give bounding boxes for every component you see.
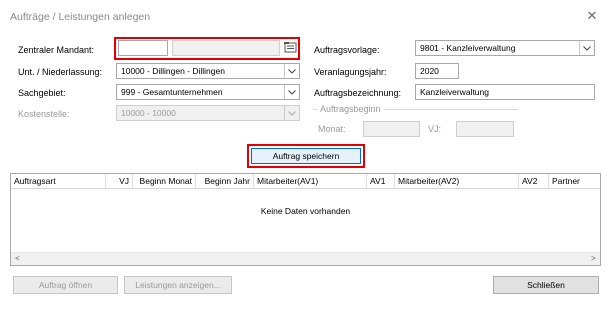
veranlagungsjahr-field[interactable]: 2020 [415,63,459,79]
show-services-button: Leistungen anzeigen... [124,276,232,294]
close-icon[interactable]: ✕ [583,7,601,25]
orders-grid[interactable]: Auftragsart VJ Beginn Monat Beginn Jahr … [10,173,601,266]
vj-label: VJ: [428,124,442,134]
group-line-right [384,109,518,110]
scroll-left-icon[interactable]: < [11,253,24,265]
monat-label: Monat: [318,124,346,134]
niederlassung-value: 10000 - Dillingen - Dillingen [121,66,225,76]
save-order-button[interactable]: Auftrag speichern [251,148,361,164]
sachgebiet-label: Sachgebiet: [18,88,66,98]
mandant-label: Zentraler Mandant: [18,45,95,55]
kostenstelle-label: Kostenstelle: [18,109,70,119]
column-header[interactable]: Partner [549,174,601,189]
column-header[interactable]: Mitarbeiter(AV2) [395,174,519,189]
chevron-down-icon[interactable] [284,85,299,99]
chevron-down-icon[interactable] [579,41,594,55]
mandant-name-field [172,40,280,56]
lookup-icon[interactable] [283,40,298,55]
column-header[interactable]: Beginn Jahr [196,174,254,189]
auftragsbezeichnung-label: Auftragsbezeichnung: [314,88,402,98]
kostenstelle-select: 10000 - 10000 [116,105,300,121]
column-header[interactable]: Mitarbeiter(AV1) [254,174,367,189]
auftragsvorlage-label: Auftragsvorlage: [314,45,380,55]
veranlagungsjahr-label: Veranlagungsjahr: [314,67,387,77]
niederlassung-label: Unt. / Niederlassung: [18,67,103,77]
vj-field [456,121,514,137]
sachgebiet-select[interactable]: 999 - Gesamtunternehmen [116,84,300,100]
close-button[interactable]: Schließen [493,276,599,294]
column-header[interactable]: Auftragsart [11,174,106,189]
auftragsvorlage-value: 9801 - Kanzleiverwaltung [420,43,516,53]
column-header[interactable]: VJ [106,174,133,189]
chevron-down-icon[interactable] [284,64,299,78]
chevron-down-icon [284,106,299,120]
auftragsbeginn-label: Auftragsbeginn [320,104,381,114]
auftragsbezeichnung-field[interactable]: Kanzleiverwaltung [415,84,595,100]
column-header[interactable]: Beginn Monat [133,174,196,189]
column-header[interactable]: AV2 [519,174,549,189]
open-order-button: Auftrag öffnen [13,276,118,294]
kostenstelle-value: 10000 - 10000 [121,108,176,118]
window-title: Aufträge / Leistungen anlegen [10,11,151,23]
auftragsvorlage-select[interactable]: 9801 - Kanzleiverwaltung [415,40,595,56]
horizontal-scrollbar[interactable]: < > [11,252,600,265]
grid-header: Auftragsart VJ Beginn Monat Beginn Jahr … [11,174,600,189]
niederlassung-select[interactable]: 10000 - Dillingen - Dillingen [116,63,300,79]
scroll-right-icon[interactable]: > [587,253,600,265]
group-line-left [313,109,317,110]
column-header[interactable]: AV1 [367,174,395,189]
monat-field [363,121,420,137]
empty-message: Keine Daten vorhanden [260,206,351,216]
mandant-number-field[interactable] [118,40,168,56]
sachgebiet-value: 999 - Gesamtunternehmen [121,87,223,97]
